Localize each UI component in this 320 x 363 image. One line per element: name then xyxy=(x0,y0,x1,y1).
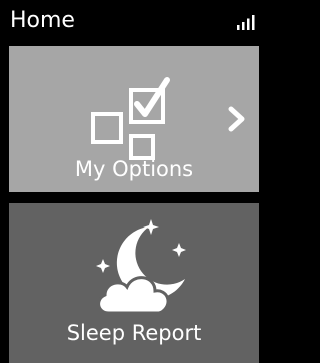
status-bar: Home xyxy=(0,0,268,46)
moon-cloud-stars-icon xyxy=(96,219,186,315)
sleep-report-tile[interactable]: Sleep Report xyxy=(9,203,259,363)
checkbox-options-icon xyxy=(91,77,170,160)
page-title: Home xyxy=(10,8,75,33)
signal-strength-icon xyxy=(237,15,255,30)
sleep-report-label: Sleep Report xyxy=(66,321,202,345)
my-options-label: My Options xyxy=(74,157,194,181)
chevron-right-icon[interactable] xyxy=(227,106,247,132)
my-options-tile[interactable]: My Options xyxy=(9,46,259,192)
